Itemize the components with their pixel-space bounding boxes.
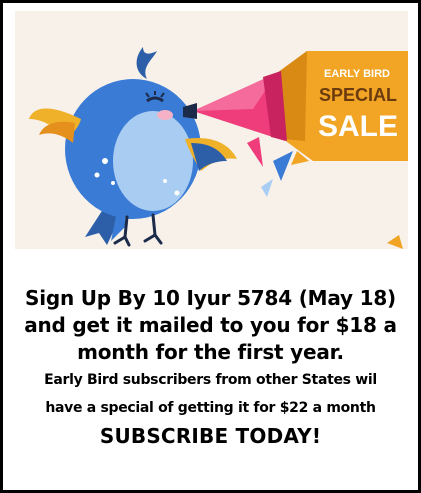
badge-line-3: SALE (318, 110, 398, 143)
megaphone-icon (193, 71, 287, 141)
sale-badge: EARLY BIRD SPECIAL SALE (277, 51, 408, 161)
promo-message: Sign Up By 10 Iyur 5784 (May 18) and get… (3, 285, 418, 450)
headline-line-1: Sign Up By 10 Iyur 5784 (May 18) (24, 286, 396, 310)
headline-line-3: month for the first year. (77, 340, 344, 364)
badge-line-2: SPECIAL (319, 85, 397, 105)
bird-megaphone-illustration: EARLY BIRD SPECIAL SALE (29, 47, 408, 249)
subscribe-today-link[interactable]: SUBSCRIBE TODAY! (3, 422, 418, 450)
headline-line-2: and get it mailed to you for $18 a (24, 313, 397, 337)
detail-line-2: have a special of getting it for $22 a m… (45, 400, 376, 416)
detail-line-1: Early Bird subscribers from other States… (44, 372, 377, 388)
bird-icon (29, 47, 237, 219)
badge-line-1: EARLY BIRD (324, 68, 390, 80)
ad-frame: EARLY BIRD SPECIAL SALE Sign Up By 10 Iy… (0, 0, 421, 493)
promo-banner-image: EARLY BIRD SPECIAL SALE (15, 11, 408, 249)
